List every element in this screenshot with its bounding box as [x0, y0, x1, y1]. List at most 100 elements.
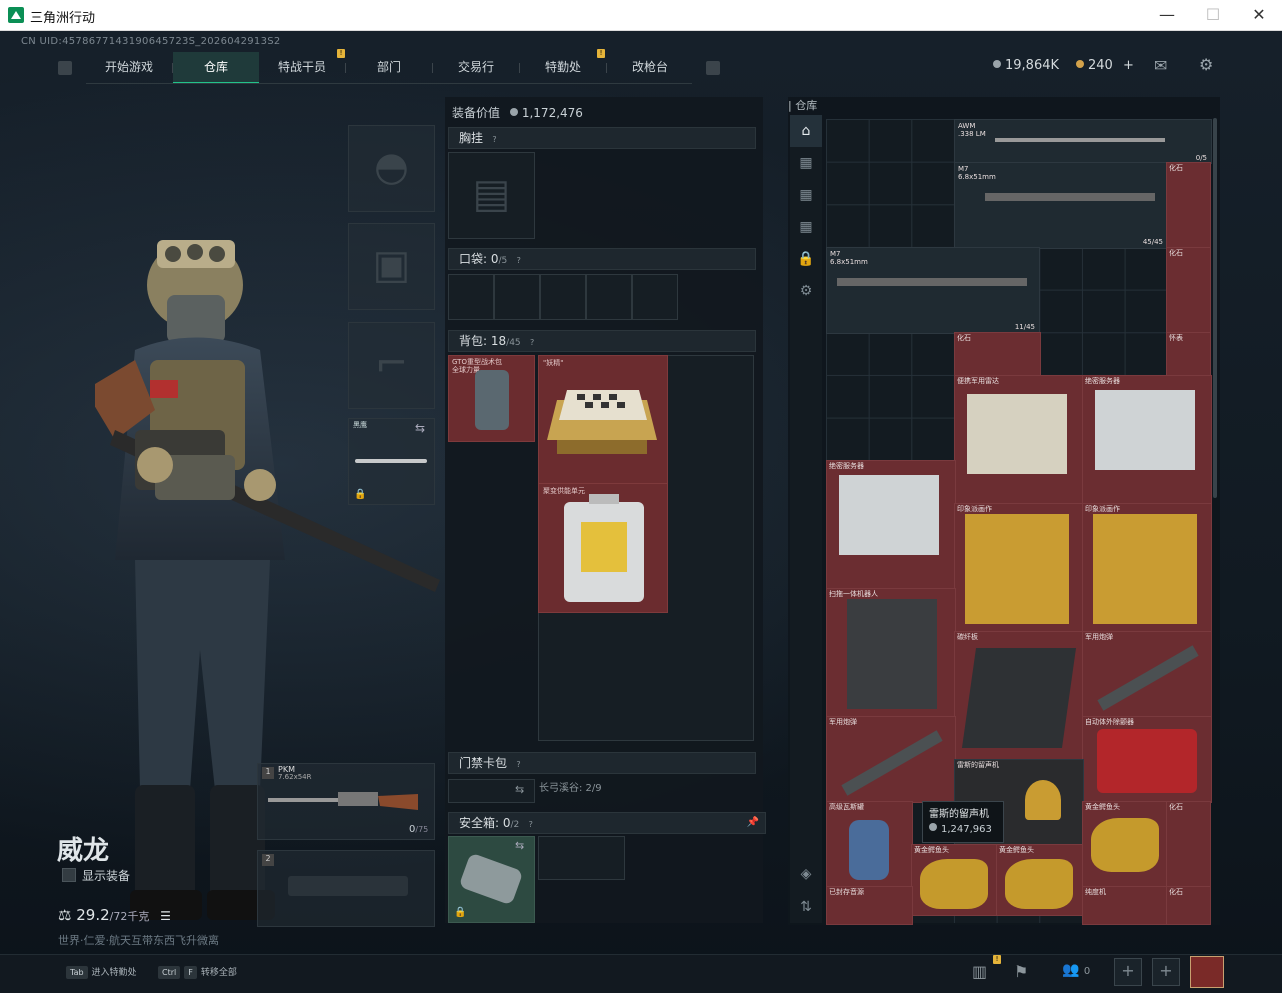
item-fossil[interactable]: 化石	[954, 332, 1041, 377]
item-fossil[interactable]: 化石	[1166, 801, 1211, 888]
item-portable-radar[interactable]: 便携军用雷达	[954, 375, 1084, 505]
sort-icon[interactable]: ⇅	[790, 891, 822, 923]
ticket-balance[interactable]: 240 +	[1076, 58, 1134, 73]
tab-department[interactable]: 部门	[346, 52, 432, 82]
armor-slot[interactable]: ▣	[348, 223, 435, 310]
help-icon[interactable]: ?	[489, 134, 500, 145]
melee-slot[interactable]: 黑鹰 ⇆ 🔒	[348, 418, 435, 505]
item-gas-tank[interactable]: 高级瓦斯罐	[826, 801, 913, 888]
item-router[interactable]: 纯度机	[1082, 886, 1169, 925]
safebox-grid[interactable]	[538, 836, 625, 880]
gear-icon[interactable]: ⚙	[790, 275, 822, 307]
swap-icon[interactable]: ⇆	[515, 839, 524, 852]
item-secret-server[interactable]: 绝密服务器	[826, 460, 956, 590]
pocket-slot[interactable]	[448, 274, 494, 320]
item-awm[interactable]: AWM .338 LM 0/5	[954, 119, 1212, 164]
special-ops-shortcut[interactable]: Tab 进入特勤处	[66, 965, 137, 979]
tab-operators[interactable]: 特战干员	[259, 52, 345, 82]
item-gold-croc-head[interactable]: 黄金鳄鱼头	[996, 844, 1083, 916]
tab-start-game[interactable]: 开始游戏	[86, 52, 172, 82]
flag-icon[interactable]: ⚑	[1014, 962, 1028, 981]
item-defibrillator[interactable]: 自动体外除颤器	[1082, 716, 1212, 803]
close-button[interactable]: ✕	[1236, 0, 1282, 30]
item-carbon-plate[interactable]: 碳纤板	[954, 631, 1084, 761]
pocket-slot[interactable]	[586, 274, 632, 320]
tab-trade[interactable]: 交易行	[433, 52, 519, 82]
chest-rig-slot[interactable]: ▤	[448, 152, 535, 239]
show-equipment-checkbox[interactable]	[62, 868, 76, 882]
nav-prev-icon[interactable]	[58, 61, 72, 75]
item-impressionist-painting[interactable]: 印象派画作	[1082, 503, 1212, 633]
helmet-icon: ◓	[374, 144, 409, 190]
item-fossil[interactable]: 化石	[1166, 886, 1211, 925]
item-pocket-watch[interactable]: 怀表	[1166, 332, 1211, 377]
invite-slot-button[interactable]: +	[1114, 958, 1142, 986]
squad-count: 0	[1083, 966, 1091, 977]
swap-icon[interactable]: ⇆	[415, 421, 425, 435]
layers-icon[interactable]: ◈	[790, 858, 822, 890]
stats-chart-icon[interactable]: ▥	[972, 962, 987, 981]
backpack-item-fusion-cell[interactable]: 聚变供能单元	[538, 483, 668, 613]
item-sealed-audio[interactable]: 已封存音源	[826, 886, 913, 925]
storage-icon[interactable]: ▦	[790, 179, 822, 211]
lock-icon: 🔒	[354, 489, 367, 500]
transfer-all-shortcut[interactable]: Ctrl F 转移全部	[158, 965, 237, 979]
weapon-ammo: 7.62x54R	[278, 773, 312, 781]
safebox-slot[interactable]: ⇆ 🔒	[448, 836, 535, 923]
item-name: 军用炮弹	[1085, 633, 1113, 641]
gas-canister-icon	[849, 820, 889, 880]
storage-icon[interactable]: ▦	[790, 211, 822, 243]
pocket-slot[interactable]	[540, 274, 586, 320]
keycard-slot[interactable]: ⇆	[448, 779, 535, 803]
item-impressionist-painting[interactable]: 印象派画作	[954, 503, 1084, 633]
tab-gunsmith[interactable]: 改枪台	[607, 52, 693, 82]
help-icon[interactable]: ?	[525, 819, 536, 830]
item-gold-croc-head[interactable]: 黄金鳄鱼头	[911, 844, 998, 916]
coin-balance[interactable]: 19,864K	[993, 58, 1059, 73]
weapon-ammo-count: 0/75	[409, 824, 428, 835]
help-icon[interactable]: ?	[513, 759, 524, 770]
warehouse-scrollbar[interactable]	[1213, 118, 1217, 498]
add-currency-button[interactable]: +	[1123, 58, 1134, 73]
settings-gear-icon[interactable]: ⚙	[1199, 55, 1213, 74]
backpack-slot[interactable]: GTO重型战术包 全球力量	[448, 355, 535, 442]
player-avatar[interactable]	[1190, 956, 1224, 988]
item-m7-b[interactable]: M7 6.8x51mm 11/45	[826, 247, 1040, 334]
item-name: 碳纤板	[957, 633, 978, 641]
item-m7-a[interactable]: M7 6.8x51mm 45/45	[954, 162, 1168, 249]
tab-warehouse[interactable]: 仓库	[173, 52, 259, 84]
nav-next-icon[interactable]	[706, 61, 720, 75]
swap-icon[interactable]: ⇆	[515, 783, 524, 796]
item-robot-vacuum[interactable]: 扫拖一体机器人	[826, 588, 956, 718]
help-icon[interactable]: ?	[527, 337, 538, 348]
helmet-slot[interactable]: ◓	[348, 125, 435, 212]
lock-icon[interactable]: 🔒	[790, 243, 822, 275]
pocket-slot[interactable]	[632, 274, 678, 320]
item-secret-server[interactable]: 绝密服务器	[1082, 375, 1212, 505]
invite-slot-button[interactable]: +	[1152, 958, 1180, 986]
tab-special-ops[interactable]: 特勤处	[520, 52, 606, 82]
item-fossil[interactable]: 化石	[1166, 247, 1211, 334]
item-gold-croc-head[interactable]: 黄金鳄鱼头	[1082, 801, 1169, 888]
help-icon[interactable]: ?	[513, 255, 524, 266]
item-military-shell[interactable]: 军用炮弹	[826, 716, 956, 803]
pin-icon[interactable]: 📌	[747, 813, 759, 833]
item-military-shell[interactable]: 军用炮弹	[1082, 631, 1212, 718]
backpack-item-chess[interactable]: "妖精"	[538, 355, 668, 485]
item-fossil[interactable]: 化石	[1166, 162, 1211, 249]
storage-icon[interactable]: ▦	[790, 147, 822, 179]
warehouse-home-icon[interactable]: ⌂	[790, 115, 822, 147]
stats-notification-badge: !	[993, 955, 1001, 964]
primary-weapon-slot[interactable]: 1 PKM 7.62x54R 0/75	[257, 763, 435, 840]
backpack-count: 18	[490, 334, 507, 348]
minimize-button[interactable]: —	[1144, 0, 1190, 30]
list-icon[interactable]: ☰	[160, 909, 171, 923]
mail-icon[interactable]: ✉	[1154, 56, 1167, 75]
backpack-label: 背包:	[459, 334, 488, 348]
secondary-weapon-slot[interactable]: 2	[257, 850, 435, 927]
pkm-rifle-icon	[268, 792, 418, 810]
sidearm-slot[interactable]: ⌐	[348, 322, 435, 409]
squad-button[interactable]: 👥 0	[1062, 962, 1090, 978]
pocket-slot[interactable]	[494, 274, 540, 320]
maximize-button[interactable]: ☐	[1190, 0, 1236, 30]
